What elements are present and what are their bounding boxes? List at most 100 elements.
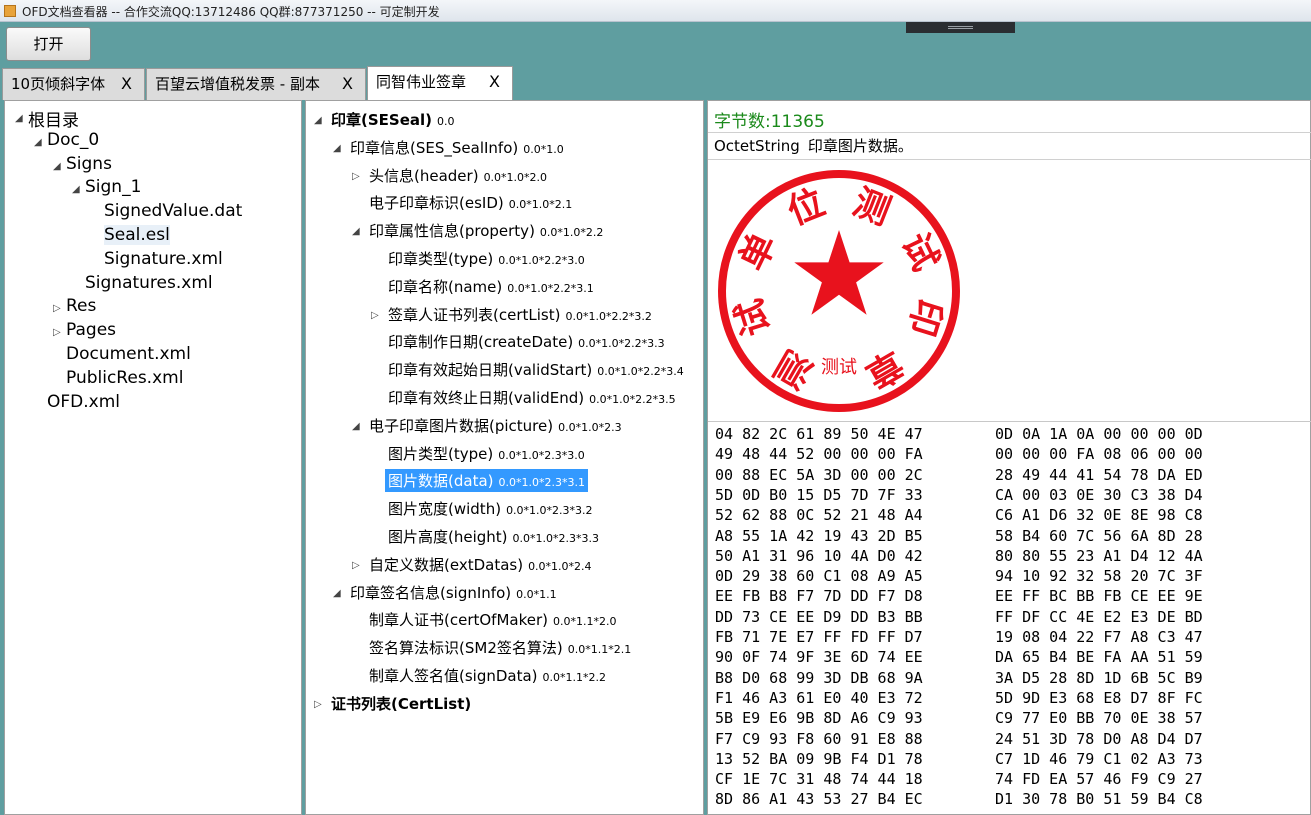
file-tree-node[interactable]: Document.xml [66, 344, 191, 364]
asn-tree-node[interactable]: 头信息(header) 0.0*1.0*2.0 [369, 165, 547, 186]
file-tree-node[interactable]: Pages [66, 320, 116, 340]
collapsed-arrow-icon[interactable]: ▷ [53, 327, 61, 338]
hex-dump[interactable]: 04 82 2C 61 89 50 4E 47 0D 0A 1A 0A 00 00… [708, 421, 1311, 814]
asn-tree-node[interactable]: 印章有效终止日期(validEnd) 0.0*1.0*2.2*3.5 [388, 387, 676, 408]
hex-bytes-right: C7 1D 46 79 C1 02 A3 73 [995, 749, 1203, 768]
hex-bytes-right: C9 77 E0 BB 70 0E 38 57 [995, 709, 1203, 728]
asn-tree-node[interactable]: 制章人证书(certOfMaker) 0.0*1.1*2.0 [369, 609, 616, 630]
hex-bytes-left: 00 88 EC 5A 3D 00 00 2C [715, 465, 923, 484]
detail-panel: 字节数:11365 OctetString 印章图片数据。 测试单位测试印章 测试… [707, 100, 1311, 815]
hex-row: EE FB B8 F7 7D DD F7 D8 EE FF BC BB FB CE… [715, 587, 1203, 607]
asn-tree-node[interactable]: 图片数据(data) 0.0*1.0*2.3*3.1 [385, 469, 588, 493]
file-tree-node[interactable]: OFD.xml [47, 392, 120, 412]
expanded-arrow-icon[interactable]: ◢ [352, 226, 360, 237]
hex-row: B8 D0 68 99 3D DB 68 9A 3A D5 28 8D 1D 6B… [715, 669, 1203, 689]
hex-bytes-right: 94 10 92 32 58 20 7C 3F [995, 567, 1203, 586]
app-icon [4, 5, 16, 17]
asn-node-label: 印章有效终止日期(validEnd) [388, 389, 585, 407]
asn-node-code: 0.0*1.0*2.3*3.3 [512, 532, 600, 545]
asn-tree-node[interactable]: 印章有效起始日期(validStart) 0.0*1.0*2.2*3.4 [388, 359, 684, 380]
tab-close-button[interactable]: X [121, 69, 132, 99]
file-tree-node[interactable]: Signature.xml [104, 249, 223, 269]
file-tree-node[interactable]: Seal.esl [104, 225, 170, 245]
asn-tree-node[interactable]: 自定义数据(extDatas) 0.0*1.0*2.4 [369, 554, 592, 575]
toolbar-grip[interactable] [906, 22, 1015, 33]
hex-bytes-left: EE FB B8 F7 7D DD F7 D8 [715, 587, 923, 606]
asn-tree-node[interactable]: 印章名称(name) 0.0*1.0*2.2*3.1 [388, 276, 594, 297]
file-tree-node-label: Res [66, 296, 97, 317]
hex-row: 00 88 EC 5A 3D 00 00 2C 28 49 44 41 54 78… [715, 465, 1203, 486]
expanded-arrow-icon[interactable]: ◢ [34, 137, 42, 148]
hex-row: DD 73 CE EE D9 DD B3 BB FF DF CC 4E E2 E3… [715, 608, 1203, 628]
hex-bytes-left: 5D 0D B0 15 D5 7D 7F 33 [715, 485, 923, 504]
asn-node-label: 印章签名信息(signInfo) [350, 583, 512, 602]
hex-bytes-left: F7 C9 93 F8 60 91 E8 88 [715, 729, 923, 748]
hex-row: A8 55 1A 42 19 43 2D B5 58 B4 60 7C 56 6A… [715, 527, 1203, 547]
asn-node-code: 0.0*1.1*2.2 [542, 671, 607, 684]
asn-tree-node[interactable]: 印章属性信息(property) 0.0*1.0*2.2 [369, 220, 603, 241]
file-tree-node[interactable]: Signatures.xml [85, 273, 213, 293]
expanded-arrow-icon[interactable]: ◢ [333, 143, 341, 154]
tab-tongzhi-seal[interactable]: 同智伟业签章 X [367, 66, 513, 101]
asn-tree-node[interactable]: 制章人签名值(signData) 0.0*1.1*2.2 [369, 665, 606, 686]
file-tree-node-label: Sign_1 [85, 177, 142, 198]
asn-tree-node[interactable]: 签名算法标识(SM2签名算法) 0.0*1.1*2.1 [369, 637, 631, 658]
asn-node-label: 印章属性信息(property) [369, 222, 535, 241]
file-tree-node[interactable]: Res [66, 296, 96, 316]
expanded-arrow-icon[interactable]: ◢ [53, 161, 61, 172]
expanded-arrow-icon[interactable]: ◢ [333, 588, 341, 599]
collapsed-arrow-icon[interactable]: ▷ [352, 171, 360, 182]
asn-structure-tree-panel[interactable]: 印章(SESeal) 0.0 ◢ 印章信息(SES_SealInfo) 0.0*1.0 ◢… [305, 100, 704, 815]
asn-tree-node[interactable]: 印章签名信息(signInfo) 0.0*1.1 [350, 582, 557, 603]
hex-bytes-left: 0D 29 38 60 C1 08 A9 A5 [715, 567, 923, 586]
asn-tree-node[interactable]: 印章(SESeal) 0.0 [331, 109, 455, 130]
asn-node-code: 0.0*1.0*2.2*3.2 [565, 309, 652, 323]
collapsed-arrow-icon[interactable]: ▷ [53, 303, 61, 314]
seal-ring-character: 印 [900, 294, 951, 341]
hex-bytes-right: 3A D5 28 8D 1D 6B 5C B9 [995, 668, 1203, 687]
tab-close-button[interactable]: X [489, 67, 500, 97]
tab-10-pages-italic[interactable]: 10页倾斜字体 X [2, 68, 145, 100]
asn-node-code: 0.0*1.0*2.3*3.2 [506, 504, 593, 518]
asn-node-label: 证书列表(CertList) [331, 694, 472, 713]
expanded-arrow-icon[interactable]: ◢ [314, 115, 322, 126]
file-tree-node-label: 根目录 [28, 111, 79, 131]
asn-tree-node[interactable]: 证书列表(CertList) [331, 693, 471, 714]
open-button[interactable]: 打开 [6, 27, 91, 61]
asn-node-label: 印章有效起始日期(validStart) [388, 361, 593, 380]
asn-tree-node[interactable]: 签章人证书列表(certList) 0.0*1.0*2.2*3.2 [388, 304, 652, 325]
collapsed-arrow-icon[interactable]: ▷ [371, 310, 379, 321]
asn-tree-node[interactable]: 电子印章标识(esID) 0.0*1.0*2.1 [369, 192, 572, 213]
asn-tree-node[interactable]: 电子印章图片数据(picture) 0.0*1.0*2.3 [369, 415, 622, 436]
asn-node-code: 0.0 [437, 115, 455, 128]
collapsed-arrow-icon[interactable]: ▷ [314, 699, 322, 710]
file-tree-node[interactable]: Doc_0 [47, 130, 99, 150]
expanded-arrow-icon[interactable]: ◢ [352, 421, 360, 432]
tab-label: 百望云增值税发票 - 副本 [155, 75, 320, 93]
hex-bytes-left: F1 46 A3 61 E0 40 E3 72 [715, 688, 923, 707]
expanded-arrow-icon[interactable]: ◢ [72, 184, 80, 195]
file-tree-node[interactable]: PublicRes.xml [66, 368, 183, 388]
asn-tree-node[interactable]: 印章信息(SES_SealInfo) 0.0*1.0 [350, 137, 564, 158]
asn-tree-node[interactable]: 印章制作日期(createDate) 0.0*1.0*2.2*3.3 [388, 331, 665, 352]
file-tree-panel[interactable]: 根目录 ◢ Doc_0 ◢ Signs ◢ Sign_1 ◢ SignedValue.dat Se… [4, 100, 302, 815]
file-tree-node[interactable]: Sign_1 [85, 177, 141, 197]
asn-tree-node[interactable]: 图片高度(height) 0.0*1.0*2.3*3.3 [388, 526, 599, 547]
tab-close-button[interactable]: X [342, 69, 353, 99]
file-tree-node[interactable]: 根目录 [28, 106, 79, 131]
seal-image: 测试单位测试印章 测试 [714, 167, 964, 415]
asn-tree-node[interactable]: 印章类型(type) 0.0*1.0*2.2*3.0 [388, 248, 585, 269]
field-type-description: 印章图片数据。 [807, 137, 913, 155]
file-tree-node-label: SignedValue.dat [104, 201, 243, 222]
field-type-name: OctetString [714, 137, 800, 155]
file-tree-node[interactable]: Signs [66, 154, 112, 174]
expanded-arrow-icon[interactable]: ◢ [15, 113, 23, 124]
asn-node-code: 0.0*1.0*2.2*3.0 [498, 254, 585, 267]
tab-baiwang-invoice-copy[interactable]: 百望云增值税发票 - 副本 X [146, 68, 366, 100]
collapsed-arrow-icon[interactable]: ▷ [352, 560, 360, 571]
hex-bytes-right: C6 A1 D6 32 0E 8E 98 C8 [995, 506, 1203, 525]
hex-row: 13 52 BA 09 9B F4 D1 78 C7 1D 46 79 C1 02… [715, 750, 1203, 770]
file-tree-node[interactable]: SignedValue.dat [104, 201, 242, 221]
asn-tree-node[interactable]: 图片类型(type) 0.0*1.0*2.3*3.0 [388, 443, 585, 464]
asn-tree-node[interactable]: 图片宽度(width) 0.0*1.0*2.3*3.2 [388, 498, 593, 519]
